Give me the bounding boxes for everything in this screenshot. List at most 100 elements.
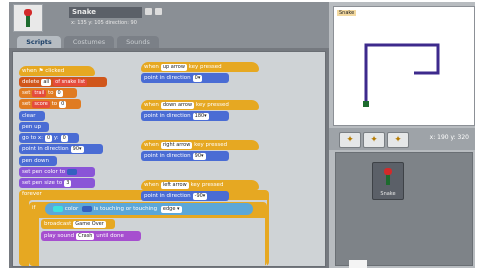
forever-block[interactable]: forever if color is touching or touching… <box>19 190 269 266</box>
script-area: when ⚑ clicked delete all of snake list se… <box>9 48 329 268</box>
snake-icon <box>384 168 392 185</box>
touching-label: touching <box>133 206 158 212</box>
when-label-1: when <box>144 64 159 70</box>
color-label: color <box>64 206 79 212</box>
point-up-value[interactable]: 0▾ <box>192 75 203 82</box>
go-to-x[interactable]: 0 <box>44 135 53 142</box>
point-label-2: point in direction <box>144 113 191 119</box>
rotation-style-icon[interactable] <box>145 8 152 15</box>
when-label-3: when <box>144 142 159 148</box>
when-down-key-hat[interactable]: when down arrow key pressed <box>141 100 259 110</box>
sprite-tile-label: Snake <box>380 191 396 197</box>
or-label: or <box>125 206 132 212</box>
point-up-block[interactable]: point in direction 0▾ <box>141 73 229 83</box>
stage-panel: Snake ✦ ✦ ✦ x: 190 y: 320 Snake <box>329 2 475 268</box>
stage-toolbar: ✦ ✦ ✦ x: 190 y: 320 <box>329 128 475 150</box>
pen-color-swatch[interactable] <box>67 168 78 175</box>
set-to-label-2: to <box>51 101 58 107</box>
sprite-info-bar: Snake x: 135 y: 105 direction: 90 <box>9 2 329 34</box>
set-trail-value[interactable]: 0 <box>55 90 63 97</box>
point-label-3: point in direction <box>144 153 191 159</box>
script-canvas[interactable]: when ⚑ clicked delete all of snake list se… <box>12 51 326 267</box>
scratch-window: Snake x: 135 y: 105 direction: 90 Script… <box>9 2 475 268</box>
sprite-name-field[interactable]: Snake <box>69 7 142 18</box>
when-label-2: when <box>144 102 159 108</box>
pen-color-label: set pen color to <box>22 169 66 175</box>
key-pressed-label-2: key pressed <box>195 102 229 108</box>
point-left-block[interactable]: point in direction -90▾ <box>141 191 229 201</box>
go-to-label: go to x: <box>22 135 43 141</box>
delete-list-block[interactable]: delete all of snake list <box>19 77 107 87</box>
set-trail-block[interactable]: set trail to 0 <box>19 88 77 98</box>
forever-label: forever <box>22 191 42 197</box>
snake-trail-drawing <box>363 43 440 107</box>
broadcast-value[interactable]: Game Over <box>73 221 106 228</box>
point-left-value[interactable]: -90▾ <box>192 193 208 200</box>
set-score-block[interactable]: set score to 0 <box>19 99 81 109</box>
pen-size-value[interactable]: 3 <box>64 180 72 187</box>
delete-label: delete <box>22 79 40 85</box>
broadcast-label: broadcast <box>44 221 72 227</box>
stage[interactable]: Snake <box>333 6 475 126</box>
when-right-key-hat[interactable]: when right arrow key pressed <box>141 140 259 150</box>
set-pen-size-block[interactable]: set pen size to 3 <box>19 178 95 188</box>
when-up-key-hat[interactable]: when up arrow key pressed <box>141 62 259 72</box>
editor-tabs: Scripts Costumes Sounds <box>9 34 329 48</box>
point-right-block[interactable]: point in direction 90▾ <box>141 151 229 161</box>
tab-costumes[interactable]: Costumes <box>64 36 114 48</box>
when-label-4: when <box>144 182 159 188</box>
stage-thumbnail[interactable] <box>349 260 367 268</box>
play-sound-label: play sound <box>44 233 75 239</box>
go-to-y[interactable]: 0 <box>60 135 68 142</box>
key-select-up[interactable]: up arrow <box>160 64 187 71</box>
point-right-value[interactable]: 90▾ <box>192 153 206 160</box>
pen-up-block[interactable]: pen up <box>19 122 49 132</box>
touching-color-swatch[interactable] <box>53 205 63 212</box>
delete-list-name[interactable]: of snake list <box>53 79 88 86</box>
play-sound-block[interactable]: play sound Crash until done <box>41 231 141 241</box>
sprite-tile-snake[interactable]: Snake <box>372 162 404 200</box>
is-touching-label: is touching <box>93 206 124 212</box>
lock-icon[interactable] <box>155 8 162 15</box>
when-flag-clicked-block[interactable]: when ⚑ clicked <box>19 66 95 76</box>
sprite-coordinates: x: 135 y: 105 direction: 90 <box>71 20 137 26</box>
set-score-value[interactable]: 0 <box>59 101 67 108</box>
point-down-value[interactable]: 180▾ <box>192 113 209 120</box>
broadcast-block[interactable]: broadcast Game Over <box>41 219 115 229</box>
tab-sounds[interactable]: Sounds <box>117 36 159 48</box>
if-label: if <box>32 205 36 211</box>
key-select-right[interactable]: right arrow <box>160 142 193 149</box>
set-pen-color-block[interactable]: set pen color to <box>19 167 95 177</box>
pen-size-label: set pen size to <box>22 180 63 186</box>
point-label-1: point in direction <box>144 75 191 81</box>
set-trail-var[interactable]: trail <box>32 90 47 97</box>
choose-sprite-icon[interactable]: ✦ <box>363 132 385 148</box>
when-left-key-hat[interactable]: when left arrow key pressed <box>141 180 259 190</box>
set-label: set <box>22 90 31 96</box>
if-block[interactable]: if color is touching or touching edge ▾ … <box>29 202 267 266</box>
condition-expression[interactable]: color is touching or touching edge ▾ <box>45 203 253 215</box>
set-score-var[interactable]: score <box>32 101 50 108</box>
touching-edge-value[interactable]: edge ▾ <box>160 206 182 213</box>
point-down-block[interactable]: point in direction 180▾ <box>141 111 229 121</box>
pen-down-block[interactable]: pen down <box>19 156 57 166</box>
mouse-coordinates: x: 190 y: 320 <box>429 134 469 141</box>
sprite-list: Snake <box>335 152 473 266</box>
go-to-y-label: y: <box>53 135 59 141</box>
play-sound-value[interactable]: Crash <box>76 233 95 240</box>
key-pressed-label-3: key pressed <box>194 142 228 148</box>
tab-scripts[interactable]: Scripts <box>17 36 61 48</box>
delete-index[interactable]: all <box>41 79 52 86</box>
set-to-label: to <box>48 90 54 96</box>
touching-target-color-swatch[interactable] <box>82 205 93 212</box>
key-select-down[interactable]: down arrow <box>160 102 195 109</box>
random-sprite-icon[interactable]: ✦ <box>387 132 409 148</box>
go-to-block[interactable]: go to x: 0 y: 0 <box>19 133 79 143</box>
paint-new-sprite-icon[interactable]: ✦ <box>339 132 361 148</box>
key-select-left[interactable]: left arrow <box>160 182 189 189</box>
sprite-thumbnail[interactable] <box>13 4 43 32</box>
clear-block[interactable]: clear <box>19 111 45 121</box>
point-direction-block[interactable]: point in direction 90▾ <box>19 144 103 154</box>
key-pressed-label-1: key pressed <box>188 64 222 70</box>
point-value[interactable]: 90▾ <box>70 146 84 153</box>
